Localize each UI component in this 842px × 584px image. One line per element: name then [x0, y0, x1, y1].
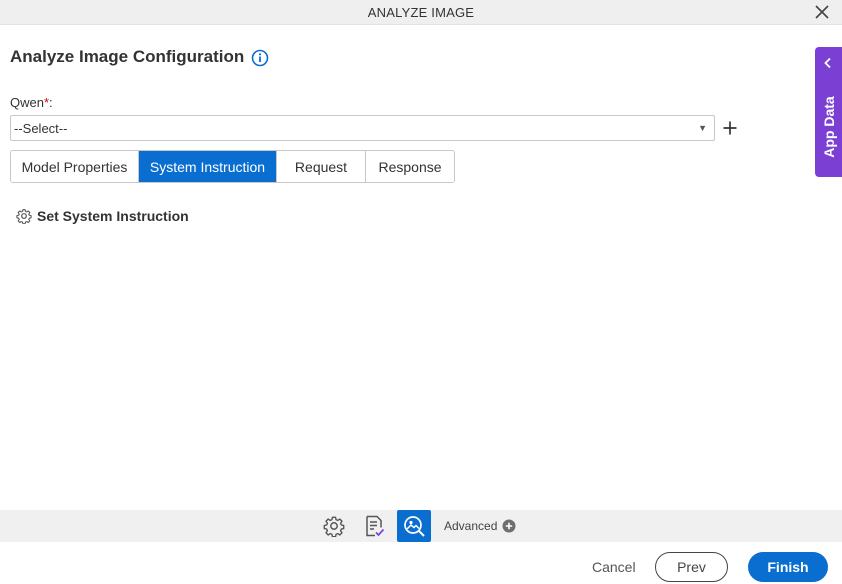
app-data-panel-toggle[interactable]: App Data — [815, 47, 842, 177]
plus-circle-icon[interactable] — [502, 519, 516, 533]
info-icon[interactable] — [251, 49, 269, 67]
qwen-select[interactable]: --Select-- ▼ — [10, 115, 715, 141]
tab-response[interactable]: Response — [366, 151, 454, 182]
bottom-toolbar: Advanced — [0, 510, 842, 542]
document-check-icon[interactable] — [360, 512, 388, 540]
qwen-label: Qwen*: — [10, 95, 53, 110]
tab-bar: Model Properties System Instruction Requ… — [10, 150, 455, 183]
app-data-label: App Data — [820, 96, 837, 158]
image-analyze-icon[interactable] — [397, 510, 431, 542]
title-bar: ANALYZE IMAGE — [0, 0, 842, 25]
chevron-left-icon — [824, 57, 831, 69]
qwen-select-value: --Select-- — [14, 121, 68, 136]
page-title: Analyze Image Configuration — [10, 47, 245, 66]
settings-icon[interactable] — [320, 512, 348, 540]
cancel-button[interactable]: Cancel — [592, 559, 636, 575]
window-title: ANALYZE IMAGE — [367, 5, 475, 20]
prev-button[interactable]: Prev — [655, 552, 728, 582]
tab-model-properties[interactable]: Model Properties — [11, 151, 139, 182]
gear-icon — [16, 209, 32, 224]
advanced-label[interactable]: Advanced — [444, 519, 497, 533]
close-icon[interactable] — [814, 4, 830, 20]
set-system-instruction-link[interactable]: Set System Instruction — [16, 208, 189, 224]
finish-button[interactable]: Finish — [748, 552, 828, 582]
dropdown-caret-icon: ▼ — [698, 123, 707, 133]
set-system-instruction-label: Set System Instruction — [37, 208, 189, 224]
tab-request[interactable]: Request — [277, 151, 366, 182]
add-icon[interactable] — [722, 120, 738, 136]
tab-system-instruction[interactable]: System Instruction — [139, 151, 277, 182]
